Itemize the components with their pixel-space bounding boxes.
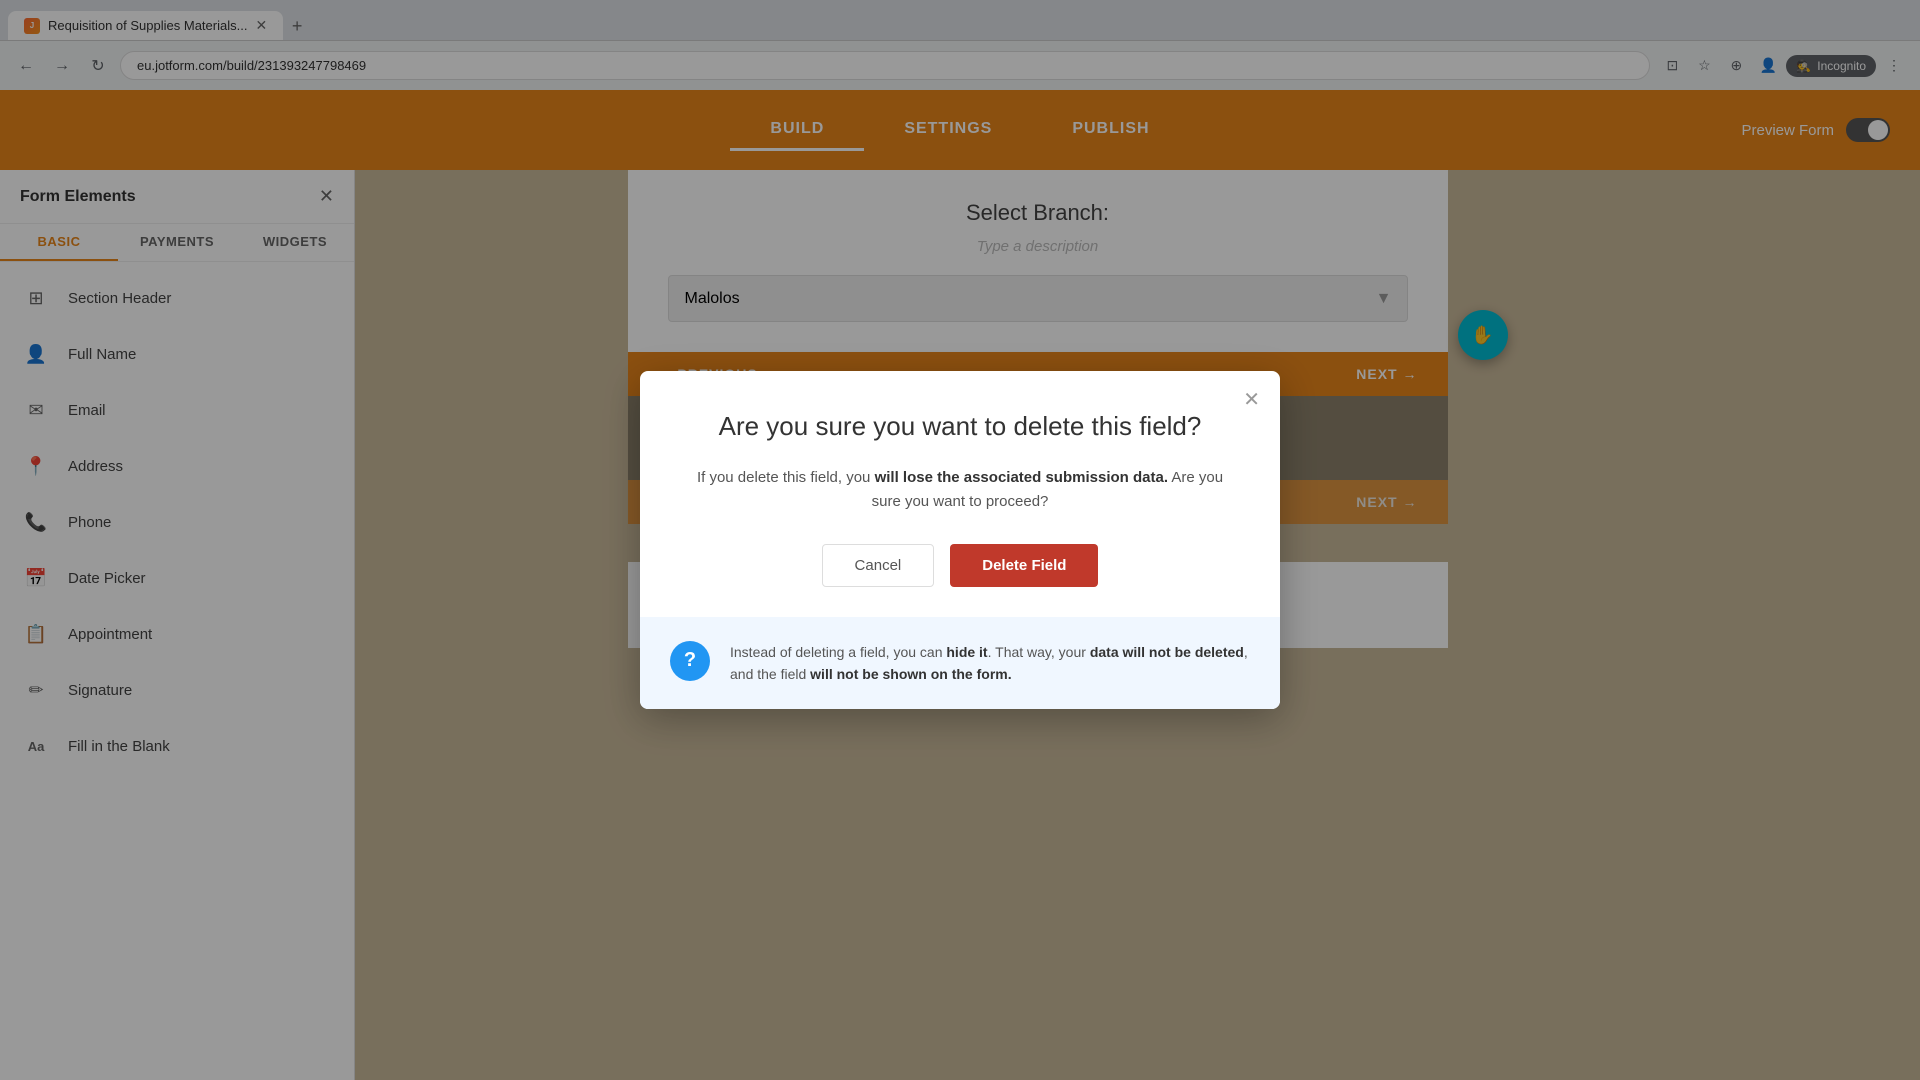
- hint-bold3: will not be shown on the form.: [810, 666, 1011, 682]
- modal-hint-text: Instead of deleting a field, you can hid…: [730, 641, 1250, 686]
- modal-body-normal: If you delete this field, you: [697, 469, 875, 486]
- modal-hint-section: ? Instead of deleting a field, you can h…: [640, 617, 1280, 710]
- hint-bold1: hide it: [946, 644, 987, 660]
- delete-field-modal: ✕ Are you sure you want to delete this f…: [640, 371, 1280, 710]
- modal-title: Are you sure you want to delete this fie…: [690, 411, 1230, 442]
- modal-body-bold1: will lose the associated submission data…: [875, 469, 1168, 486]
- modal-body: If you delete this field, you will lose …: [690, 466, 1230, 514]
- hint-bold2: data will not be deleted: [1090, 644, 1244, 660]
- cancel-button[interactable]: Cancel: [822, 544, 935, 587]
- hint-prefix: Instead of deleting a field, you can: [730, 644, 946, 660]
- modal-buttons: Cancel Delete Field: [690, 544, 1230, 587]
- modal-close-button[interactable]: ✕: [1243, 387, 1260, 412]
- modal-top: ✕ Are you sure you want to delete this f…: [640, 371, 1280, 617]
- modal-overlay: ✕ Are you sure you want to delete this f…: [0, 0, 1920, 1080]
- hint-mid1: . That way, your: [988, 644, 1090, 660]
- hint-icon: ?: [670, 641, 710, 681]
- delete-field-button[interactable]: Delete Field: [950, 544, 1098, 587]
